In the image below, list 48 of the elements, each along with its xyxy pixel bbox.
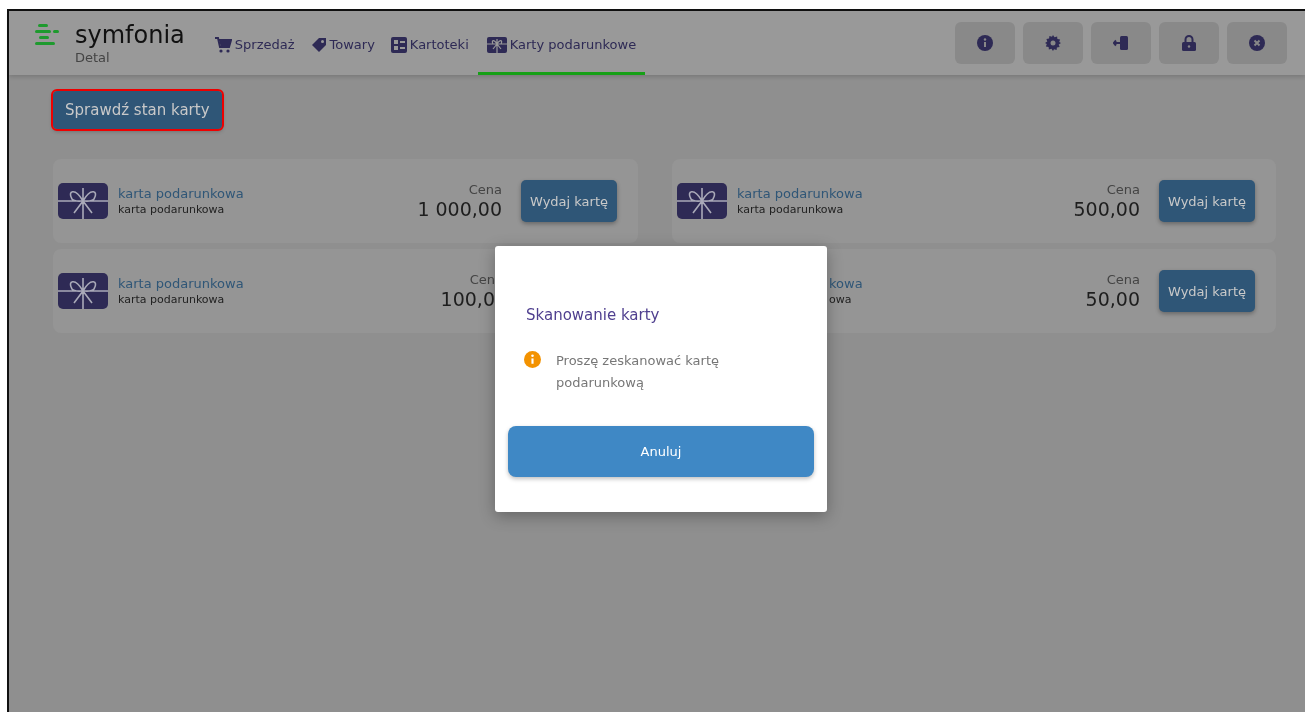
dialog-title: Skanowanie karty (525, 306, 661, 324)
info-icon (977, 35, 993, 51)
issue-card-button[interactable]: Wydaj kartę (521, 180, 617, 222)
card-title: karta podarunkowa (118, 186, 245, 201)
tag-icon (310, 36, 327, 53)
card-title: karta podarunkowa (737, 186, 864, 201)
product-name: Detal (75, 49, 111, 65)
card-subtitle: owa (829, 293, 853, 306)
lock-icon (1182, 35, 1196, 51)
gift-card-icon (58, 183, 108, 219)
info-icon (524, 351, 541, 368)
price-value: 1 000,00 (417, 198, 502, 220)
issue-card-button[interactable]: Wydaj kartę (1159, 180, 1255, 222)
card-subtitle: karta podarunkowa (118, 203, 226, 216)
settings-icon (1045, 35, 1061, 51)
logo-text: symfonia (75, 21, 185, 48)
price-value: 500,00 (1073, 198, 1140, 220)
cart-icon (213, 36, 232, 53)
gift-card-icon (58, 273, 108, 309)
logo-icon (35, 23, 61, 46)
card-subtitle: karta podarunkowa (737, 203, 845, 216)
close-icon (1249, 35, 1265, 51)
check-balance-button[interactable]: Sprawdź stan karty (53, 91, 222, 129)
exit-icon (1113, 35, 1129, 51)
card-title: karta podarunkowa (118, 276, 245, 291)
price-value: 100,0 (440, 288, 495, 310)
price-label: Cena (1106, 272, 1140, 287)
close-button[interactable] (1227, 22, 1287, 64)
cancel-button[interactable]: Anuluj (508, 426, 814, 477)
nav-tab[interactable]: Karty podarunkowe (477, 17, 646, 75)
price-label: Cena (468, 182, 502, 197)
lock-button[interactable] (1159, 22, 1219, 64)
price-label: Cen (469, 272, 495, 287)
card-subtitle: karta podarunkowa (118, 293, 226, 306)
settings-button[interactable] (1023, 22, 1083, 64)
nav-tab[interactable]: Sprzedaż (206, 17, 302, 75)
exit-button[interactable] (1091, 22, 1151, 64)
info-button[interactable] (955, 22, 1015, 64)
nav-tab[interactable]: Towary (303, 17, 382, 75)
price-value: 50,00 (1085, 288, 1140, 310)
gift-icon (486, 36, 507, 53)
nav-tab[interactable]: Kartoteki (383, 17, 476, 75)
gift-card-icon (677, 183, 727, 219)
price-label: Cena (1106, 182, 1140, 197)
dialog-message: Proszę zeskanować kartę podarunkową (556, 352, 720, 392)
card-title: kowa (829, 276, 864, 291)
issue-card-button[interactable]: Wydaj kartę (1159, 270, 1255, 312)
list-icon (390, 36, 407, 53)
